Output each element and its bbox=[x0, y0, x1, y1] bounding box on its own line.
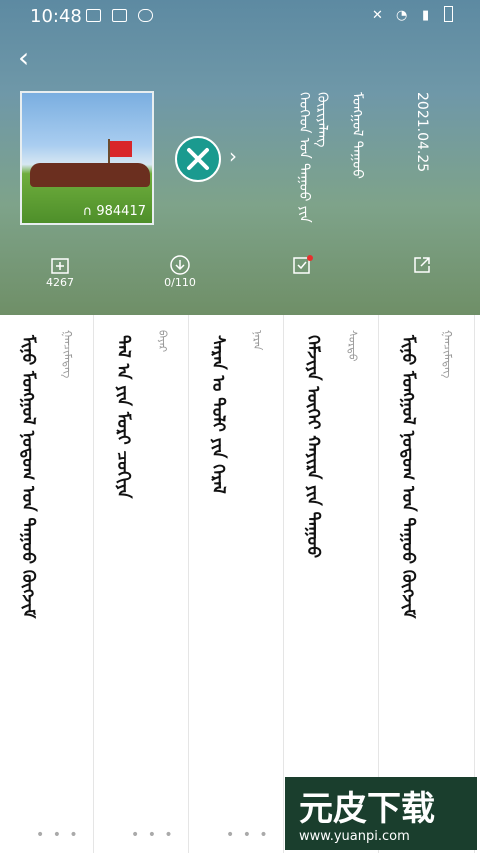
album-subtitle: ᠮᠣᠩᠭᠣᠯ ᠳᠠᠭᠤᠤ bbox=[349, 92, 365, 179]
track-card[interactable]: ᠲᠠᠯ ᠠ ᠶᠢᠨ ᠮᠣᠷᠢ ᠴᠣᠬᠢᠶᠠ ᠪᠠᠶᠠᠷ • • • bbox=[95, 315, 189, 853]
track-title: ᠮᠢᠨᠦ ᠮᠣᠩᠭᠣᠯ ᠨᠤᠲᠤᠭ ᠤᠨ ᠳᠠᠭᠤᠤ ᠬᠥᠭᠵᠢᠮ bbox=[18, 335, 38, 619]
checklist-icon bbox=[293, 255, 313, 274]
track-card[interactable]: ᠮᠢᠨᠦ ᠮᠣᠩᠭᠣᠯ ᠨᠤᠲᠤᠭ ᠤᠨ ᠳᠠᠭᠤᠤ ᠬᠥᠭᠵᠢᠮ ᠭᠠᠨᠴᠢᠮ… bbox=[380, 315, 475, 853]
track-title: ᠲᠠᠯ ᠠ ᠶᠢᠨ ᠮᠣᠷᠢ ᠴᠣᠬᠢᠶᠠ bbox=[113, 335, 133, 499]
back-button[interactable]: ‹ bbox=[18, 44, 42, 72]
track-title: ᠬᠡᠮᠵᠢᠶᠡ ᠦᠭᠡᠢ ᠬᠠᠶᠢᠷᠠ ᠶᠢᠨ ᠳᠠᠭᠤᠤ bbox=[303, 335, 323, 558]
track-card[interactable]: ᠬᠡᠮᠵᠢᠶᠡ ᠦᠭᠡᠢ ᠬᠠᠶᠢᠷᠠ ᠶᠢᠨ ᠳᠠᠭᠤᠤ ᠰᠤᠷᠲᠤ • • … bbox=[285, 315, 379, 853]
watermark-name: 元皮下载 bbox=[299, 789, 435, 829]
more-icon[interactable]: • • • bbox=[226, 827, 270, 843]
cloud-icon bbox=[138, 9, 153, 22]
image-icon bbox=[112, 9, 127, 22]
signal-icon: ▮ bbox=[422, 8, 430, 23]
track-artist: ᠭᠠᠨᠴᠢᠮᠡᠳᠡᠭ bbox=[61, 330, 74, 379]
album-title: ᠬᠡᠦᠬᠡᠳ ᠤᠨ ᠳᠠᠭᠤᠤ ᠶᠢᠨ ᠬᠦᠷᠢᠶᠡᠯᠡᠩ bbox=[296, 92, 330, 223]
battery-icon bbox=[444, 6, 453, 22]
track-card[interactable]: ᠰᠠᠷᠠᠨ ᠤ ᠲᠣᠯᠢ ᠶᠢᠨ ᠭᠡᠷᠡᠯ ᠨᠠᠷᠠᠨ • • • bbox=[190, 315, 284, 853]
watermark: 元皮下载 www.yuanpi.com bbox=[285, 777, 477, 850]
select-button[interactable] bbox=[272, 250, 332, 276]
action-bar: 4267 0/110 bbox=[0, 250, 480, 305]
wifi-icon: ◔ bbox=[396, 8, 408, 23]
status-bar: 10:48 ✕ ◔ ▮ bbox=[0, 0, 480, 32]
track-artist: ᠰᠤᠷᠲᠤ bbox=[346, 330, 359, 362]
track-title: ᠮᠢᠨᠦ ᠮᠣᠩᠭᠣᠯ ᠨᠤᠲᠤᠭ ᠤᠨ ᠳᠠᠭᠤᠤ ᠬᠥᠭᠵᠢᠮ bbox=[398, 335, 418, 619]
share-icon bbox=[414, 257, 430, 273]
subscribe-button[interactable]: 4267 bbox=[30, 250, 90, 289]
play-count: ∩ 984417 bbox=[82, 204, 146, 219]
album-header: 10:48 ✕ ◔ ▮ ‹ ∩ 984417 › ᠬᠡᠦᠬᠡᠳ ᠤᠨ ᠳᠠᠭᠤᠤ… bbox=[0, 0, 480, 315]
horse-cart bbox=[30, 163, 150, 187]
more-icon[interactable]: • • • bbox=[36, 827, 80, 843]
track-card[interactable]: ᠮᠢᠨᠦ ᠮᠣᠩᠭᠣᠯ ᠨᠤᠲᠤᠭ ᠤᠨ ᠳᠠᠭᠤᠤ ᠬᠥᠭᠵᠢᠮ ᠭᠠᠨᠴᠢᠮ… bbox=[0, 315, 94, 853]
more-icon[interactable]: • • • bbox=[131, 827, 175, 843]
mail-icon bbox=[86, 9, 101, 22]
status-time: 10:48 bbox=[30, 6, 82, 27]
add-folder-icon bbox=[51, 258, 69, 274]
track-artist: ᠭᠠᠨᠴᠢᠮᠡᠳᠡᠭ bbox=[441, 330, 454, 379]
channel-logo-icon[interactable] bbox=[175, 136, 221, 182]
watermark-url: www.yuanpi.com bbox=[299, 829, 410, 844]
chevron-right-icon[interactable]: › bbox=[229, 144, 237, 168]
track-list: ᠮᠢᠨᠦ ᠮᠣᠩᠭᠣᠯ ᠨᠤᠲᠤᠭ ᠤᠨ ᠳᠠᠭᠤᠤ ᠬᠥᠭᠵᠢᠮ ᠭᠠᠨᠴᠢᠮ… bbox=[0, 315, 480, 853]
share-button[interactable] bbox=[392, 250, 452, 276]
album-cover[interactable]: ∩ 984417 bbox=[20, 91, 154, 225]
red-flag bbox=[110, 141, 132, 157]
mute-icon: ✕ bbox=[372, 8, 383, 23]
track-title: ᠰᠠᠷᠠᠨ ᠤ ᠲᠣᠯᠢ ᠶᠢᠨ ᠭᠡᠷᠡᠯ bbox=[208, 335, 228, 494]
track-artist: ᠨᠠᠷᠠᠨ bbox=[251, 330, 264, 351]
download-button[interactable]: 0/110 bbox=[150, 250, 210, 289]
download-icon bbox=[170, 255, 190, 275]
headphones-icon: ∩ bbox=[82, 204, 93, 219]
album-date: 2021.04.25 bbox=[414, 92, 430, 173]
track-artist: ᠪᠠᠶᠠᠷ bbox=[156, 330, 169, 353]
